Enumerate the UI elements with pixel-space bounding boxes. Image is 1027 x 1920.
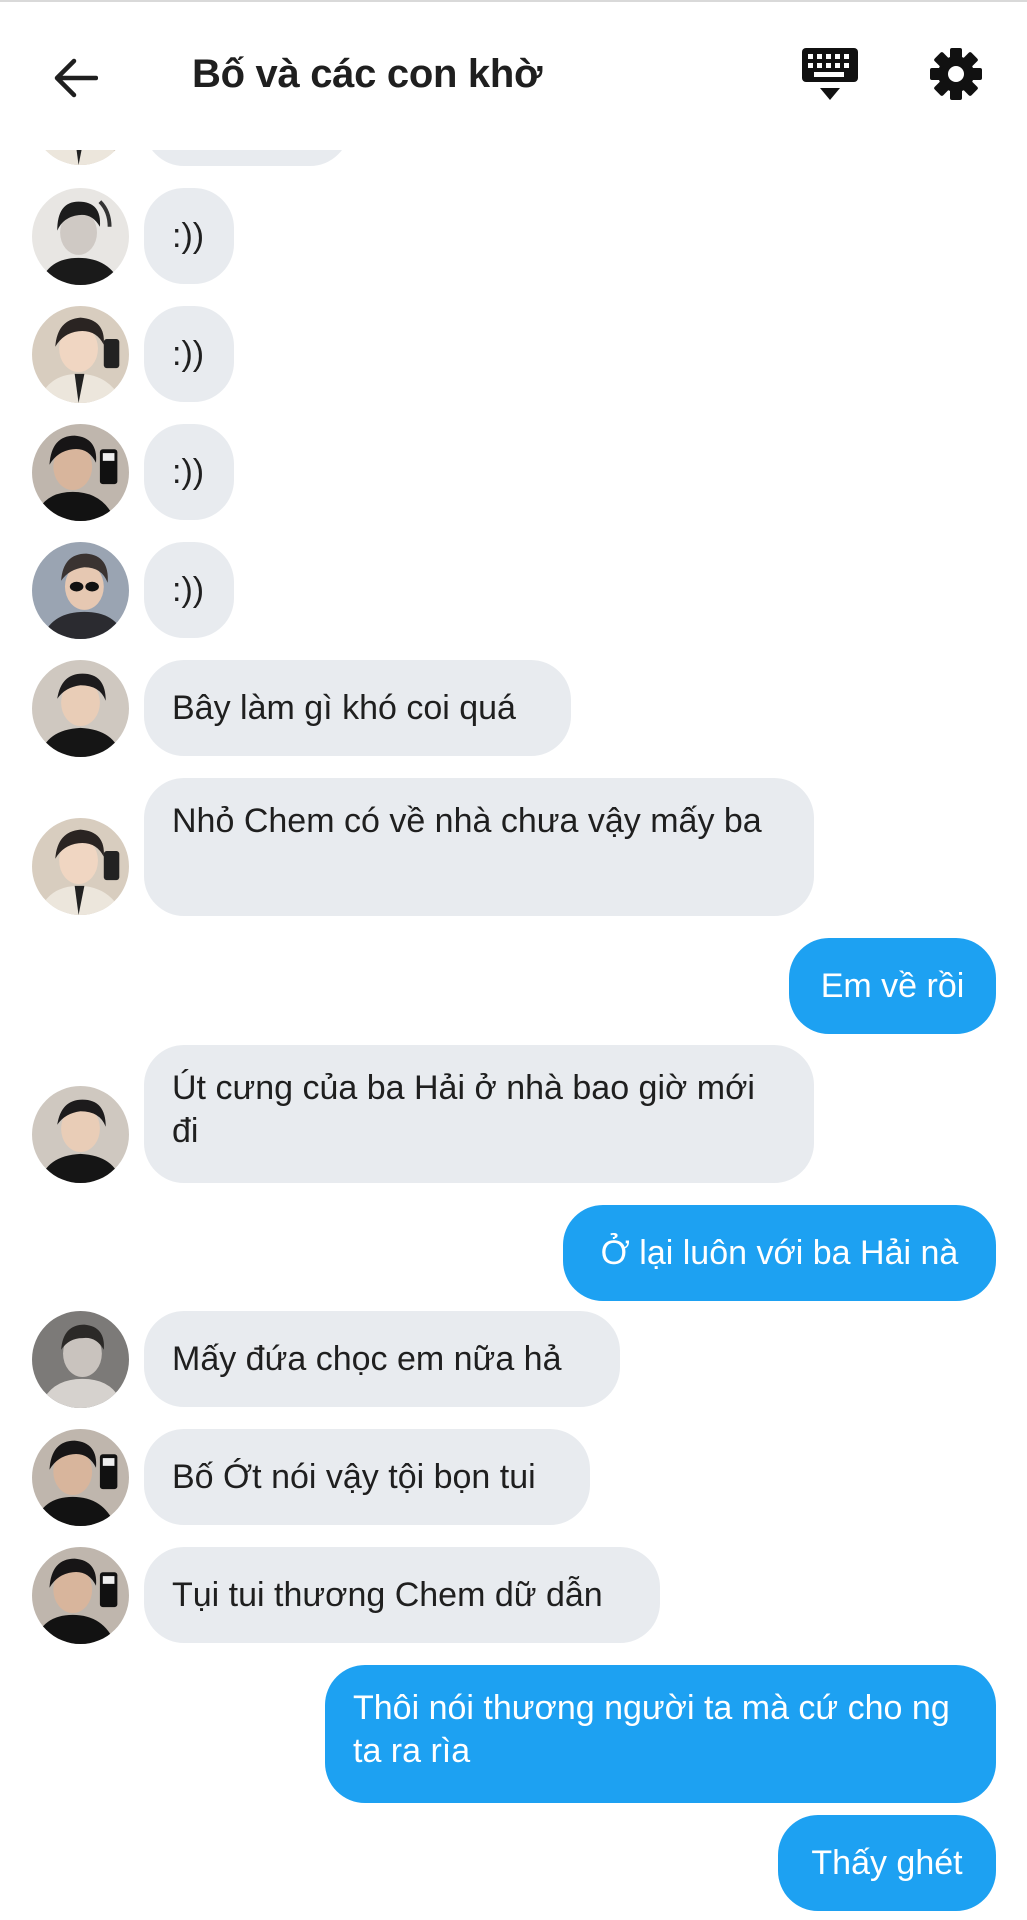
- arrow-left-icon: [54, 58, 98, 98]
- chat-title: Bố và các con khờ: [192, 52, 543, 96]
- message-bubble: Út cưng của ba Hải ở nhà bao giờ mới đi: [144, 1045, 814, 1183]
- message-bubble: Tụi tui thương Chem dữ dẫn: [144, 1547, 660, 1643]
- avatar[interactable]: [32, 1311, 129, 1408]
- settings-button[interactable]: [928, 46, 998, 112]
- avatar[interactable]: [32, 306, 129, 403]
- message-bubble: :)): [144, 306, 234, 402]
- message-bubble: Bố Ớt nói vậy tội bọn tui: [144, 1429, 590, 1525]
- message-bubble-own: Thôi nói thương người ta mà cứ cho ng ta…: [325, 1665, 996, 1803]
- message-bubble: :)): [144, 424, 234, 520]
- message-bubble-own: Em về rồi: [789, 938, 996, 1034]
- avatar[interactable]: [32, 818, 129, 915]
- message-bubble: Nhỏ Chem có về nhà chưa vậy mấy ba: [144, 778, 814, 916]
- keyboard-icon: [802, 48, 858, 100]
- message-bubble-own: Thấy ghét: [778, 1815, 996, 1911]
- keyboard-button[interactable]: [800, 46, 870, 112]
- message-bubble: Mấy đứa chọc em nữa hả: [144, 1311, 620, 1407]
- chat-header: Bố và các con khờ: [0, 2, 1027, 150]
- message-bubble: :)): [144, 188, 234, 284]
- avatar[interactable]: [32, 1547, 129, 1644]
- avatar[interactable]: [32, 188, 129, 285]
- avatar[interactable]: [32, 1086, 129, 1183]
- avatar[interactable]: [32, 660, 129, 757]
- message-bubble: Bây làm gì khó coi quá: [144, 660, 571, 756]
- avatar[interactable]: [32, 1429, 129, 1526]
- gear-icon: [930, 48, 982, 100]
- back-button[interactable]: [42, 47, 108, 109]
- avatar[interactable]: [32, 542, 129, 639]
- message-bubble: :)): [144, 542, 234, 638]
- message-bubble-own: Ở lại luôn với ba Hải nà: [563, 1205, 996, 1301]
- avatar[interactable]: [32, 424, 129, 521]
